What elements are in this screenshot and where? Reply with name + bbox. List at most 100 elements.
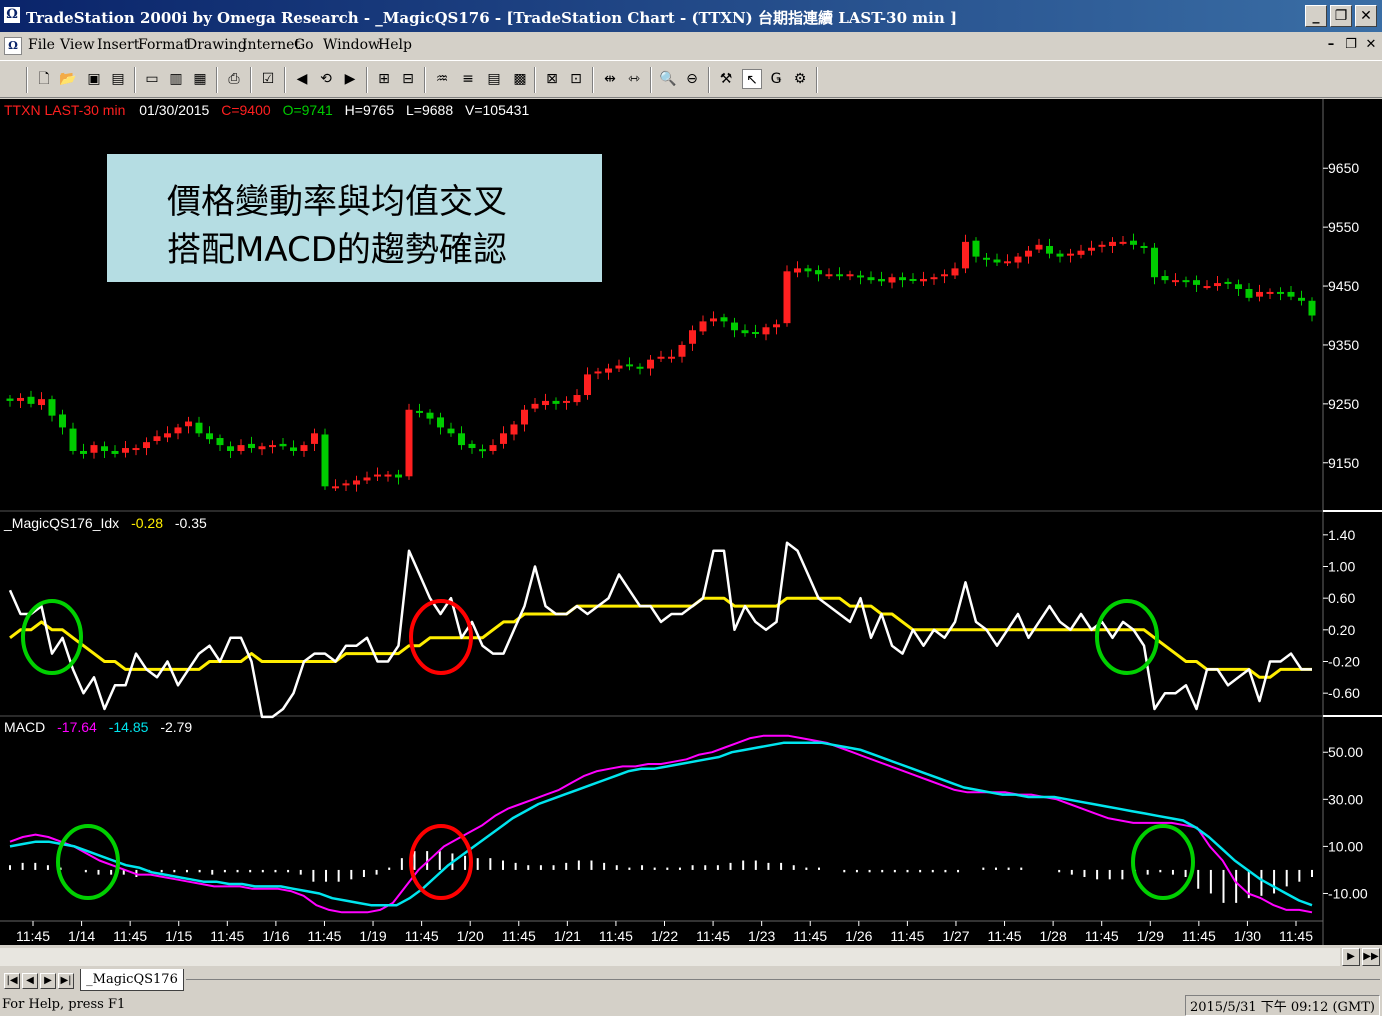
candle-body bbox=[395, 474, 402, 478]
insert-indicator-icon[interactable]: ⊞ bbox=[374, 69, 394, 89]
candle-body bbox=[930, 277, 938, 280]
tab-bar-line bbox=[186, 979, 1380, 980]
new-icon[interactable]: 🗋 bbox=[34, 69, 54, 89]
tab-first-icon[interactable]: |◀ bbox=[4, 973, 20, 989]
candle-body bbox=[752, 331, 759, 334]
refresh-icon[interactable]: ⟲ bbox=[316, 69, 336, 89]
candle-body bbox=[227, 446, 234, 451]
candle-body bbox=[1182, 280, 1190, 283]
print-icon[interactable]: ⎙ bbox=[224, 69, 244, 89]
time-tick-label: 11:45 bbox=[307, 928, 341, 944]
macd-circle-green bbox=[56, 824, 120, 900]
toolbar-separator bbox=[26, 67, 28, 93]
menu-insert[interactable]: Insert bbox=[97, 37, 139, 53]
time-tick-label: 1/22 bbox=[651, 928, 678, 944]
mdi-minimize-icon[interactable]: – bbox=[1322, 36, 1340, 54]
candle-body bbox=[69, 428, 77, 451]
candle-body bbox=[773, 324, 780, 328]
menu-drawing[interactable]: Drawing bbox=[186, 37, 247, 53]
idx-header-value2: -0.35 bbox=[175, 515, 207, 531]
candle-body bbox=[815, 270, 822, 275]
window-icon[interactable]: ▭ bbox=[142, 69, 162, 89]
tab-prev-icon[interactable]: ◀ bbox=[22, 973, 38, 989]
analysis-icon[interactable]: ♒ bbox=[432, 69, 452, 89]
sheet-tab-magicqs176[interactable]: _MagicQS176 bbox=[80, 969, 184, 991]
macd-header-value1: -17.64 bbox=[57, 719, 97, 735]
candle-body bbox=[1235, 284, 1242, 289]
zoom-window-icon[interactable]: ⊡ bbox=[566, 69, 586, 89]
menu-go[interactable]: Go bbox=[294, 37, 314, 53]
menu-file[interactable]: File bbox=[28, 37, 55, 53]
candle-body bbox=[941, 274, 948, 277]
candle-body bbox=[720, 317, 728, 322]
open-folder-icon[interactable]: ▤ bbox=[108, 69, 128, 89]
menu-window[interactable]: Window bbox=[323, 37, 380, 53]
candle-body bbox=[458, 433, 465, 446]
scroll-end-icon[interactable]: ▶▶ bbox=[1362, 948, 1380, 966]
candle-body bbox=[6, 398, 14, 401]
idx-header-value1: -0.28 bbox=[131, 515, 163, 531]
menu-view[interactable]: View bbox=[60, 37, 95, 53]
properties-icon[interactable]: ☑ bbox=[258, 69, 278, 89]
minimize-button[interactable]: _ bbox=[1305, 5, 1327, 27]
insert-study-icon[interactable]: ⊟ bbox=[398, 69, 418, 89]
format-icon[interactable]: ≡ bbox=[458, 69, 478, 89]
price-header-high: H=9765 bbox=[345, 102, 395, 118]
menu-format[interactable]: Format bbox=[138, 37, 189, 53]
pointer-icon[interactable]: ↖ bbox=[742, 69, 762, 89]
scroll-right-icon[interactable]: ▶ bbox=[1342, 948, 1360, 966]
grid-icon[interactable]: ▦ bbox=[190, 69, 210, 89]
activity-icon[interactable]: ▩ bbox=[510, 69, 530, 89]
candle-body bbox=[416, 410, 423, 413]
menu-help[interactable]: Help bbox=[378, 37, 412, 53]
zoom-out-icon[interactable]: ⊖ bbox=[682, 69, 702, 89]
space-out-icon[interactable]: ⇿ bbox=[624, 69, 644, 89]
hammer-icon[interactable]: ⚒ bbox=[716, 69, 736, 89]
chart-area[interactable]: TTXN LAST-30 min 01/30/2015 C=9400 O=974… bbox=[0, 99, 1382, 945]
open-icon[interactable]: 📂 bbox=[58, 69, 78, 89]
sheet-tab-bar: |◀ ◀ ▶ ▶| _MagicQS176 bbox=[0, 969, 1382, 993]
tab-last-icon[interactable]: ▶| bbox=[58, 973, 74, 989]
candle-body bbox=[1056, 253, 1064, 257]
tile-icon[interactable]: ⊠ bbox=[542, 69, 562, 89]
zoom-in-icon[interactable]: 🔍 bbox=[658, 69, 678, 89]
idx-average-line bbox=[9, 596, 1312, 679]
forward-icon[interactable]: ▶ bbox=[340, 69, 360, 89]
time-tick-label: 11:45 bbox=[696, 928, 730, 944]
annotation-box: 價格變動率與均值交叉 搭配MACD的趨勢確認 bbox=[107, 154, 602, 282]
mdi-close-icon[interactable]: ✕ bbox=[1362, 36, 1380, 54]
candle-body bbox=[489, 445, 497, 451]
time-tick-label: 11:45 bbox=[16, 928, 50, 944]
candle-body bbox=[699, 321, 707, 332]
candle-body bbox=[101, 446, 108, 451]
close-button[interactable]: ✕ bbox=[1355, 5, 1377, 27]
table-icon[interactable]: ▤ bbox=[484, 69, 504, 89]
candle-body bbox=[794, 268, 801, 273]
toolbar: 🗋 📂 ▣ ▤ ▭ ▥ ▦ ⎙ ☑ ◀ ⟲ ▶ ⊞ ⊟ ♒ ≡ ▤ ▩ ⊠ ⊡ … bbox=[0, 60, 1382, 98]
horizontal-scrollbar[interactable]: ▶ ▶▶ bbox=[0, 945, 1382, 969]
tab-next-icon[interactable]: ▶ bbox=[40, 973, 56, 989]
candle-body bbox=[300, 445, 308, 451]
candle-body bbox=[1140, 245, 1148, 248]
back-icon[interactable]: ◀ bbox=[292, 69, 312, 89]
restore-button[interactable]: ❐ bbox=[1330, 5, 1352, 27]
omega-icon[interactable]: Ω bbox=[4, 7, 20, 23]
mdi-restore-icon[interactable]: ❐ bbox=[1342, 36, 1360, 54]
candle-body bbox=[206, 433, 213, 440]
magnet-icon[interactable]: ⚙ bbox=[790, 69, 810, 89]
candle-body bbox=[605, 368, 612, 373]
save-all-icon[interactable]: ▣ bbox=[84, 69, 104, 89]
idx-axis-tick-label: 1.00 bbox=[1328, 559, 1355, 575]
idx-lines bbox=[8, 541, 1312, 719]
document-icon[interactable]: Ω bbox=[4, 37, 22, 55]
macd-header-value3: -2.79 bbox=[160, 719, 192, 735]
candle-body bbox=[741, 330, 749, 334]
menu-internet[interactable]: Internet bbox=[242, 37, 300, 53]
gap-icon[interactable]: Ǥ bbox=[766, 69, 786, 89]
chart-icon[interactable]: ▥ bbox=[166, 69, 186, 89]
space-in-icon[interactable]: ⇹ bbox=[600, 69, 620, 89]
candle-body bbox=[615, 365, 623, 369]
scroll-track[interactable] bbox=[0, 948, 1340, 966]
candle-body bbox=[143, 442, 150, 449]
status-help-text: For Help, press F1 bbox=[2, 997, 126, 1012]
